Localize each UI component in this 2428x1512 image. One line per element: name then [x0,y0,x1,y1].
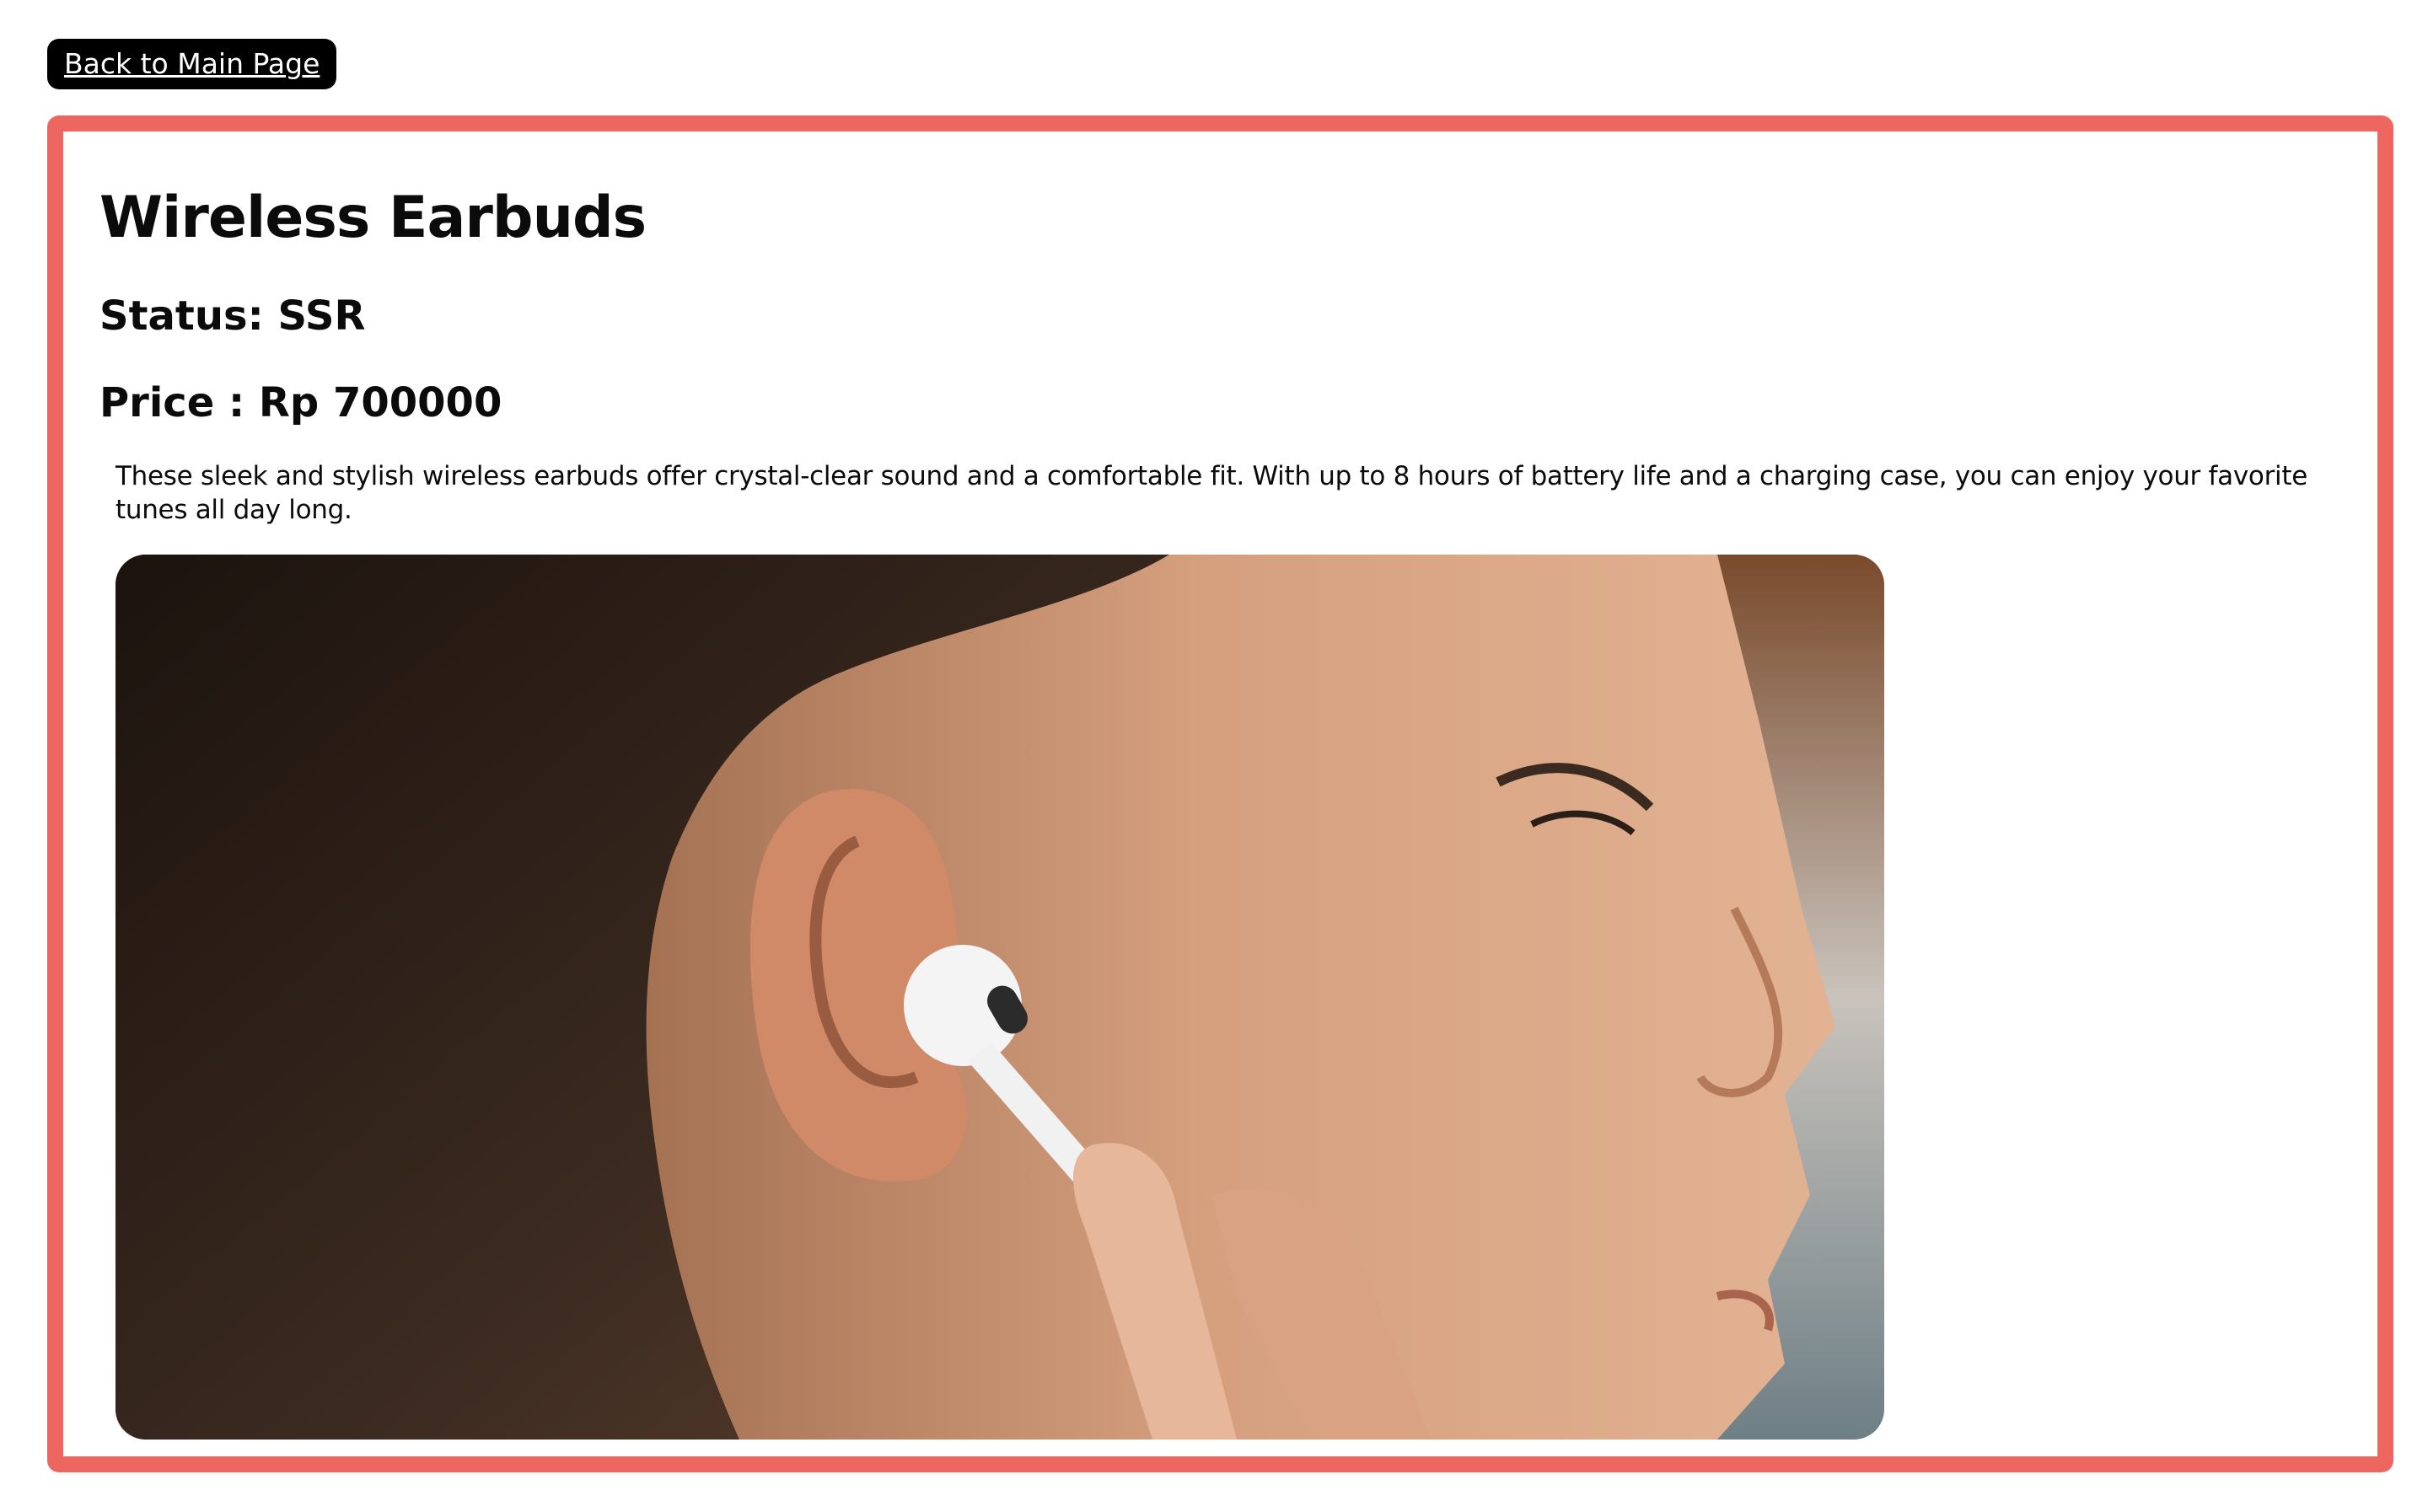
product-price: Price : Rp 700000 [99,379,502,426]
back-to-main-page-button[interactable]: Back to Main Page [47,39,337,89]
product-detail-page: Back to Main Page Wireless Earbuds Statu… [0,0,2428,1512]
product-status: Status: SSR [99,292,366,340]
product-description: These sleek and stylish wireless earbuds… [115,461,2307,525]
product-image [115,555,1884,1440]
product-title: Wireless Earbuds [99,185,647,251]
product-photo-illustration [115,555,1884,1440]
